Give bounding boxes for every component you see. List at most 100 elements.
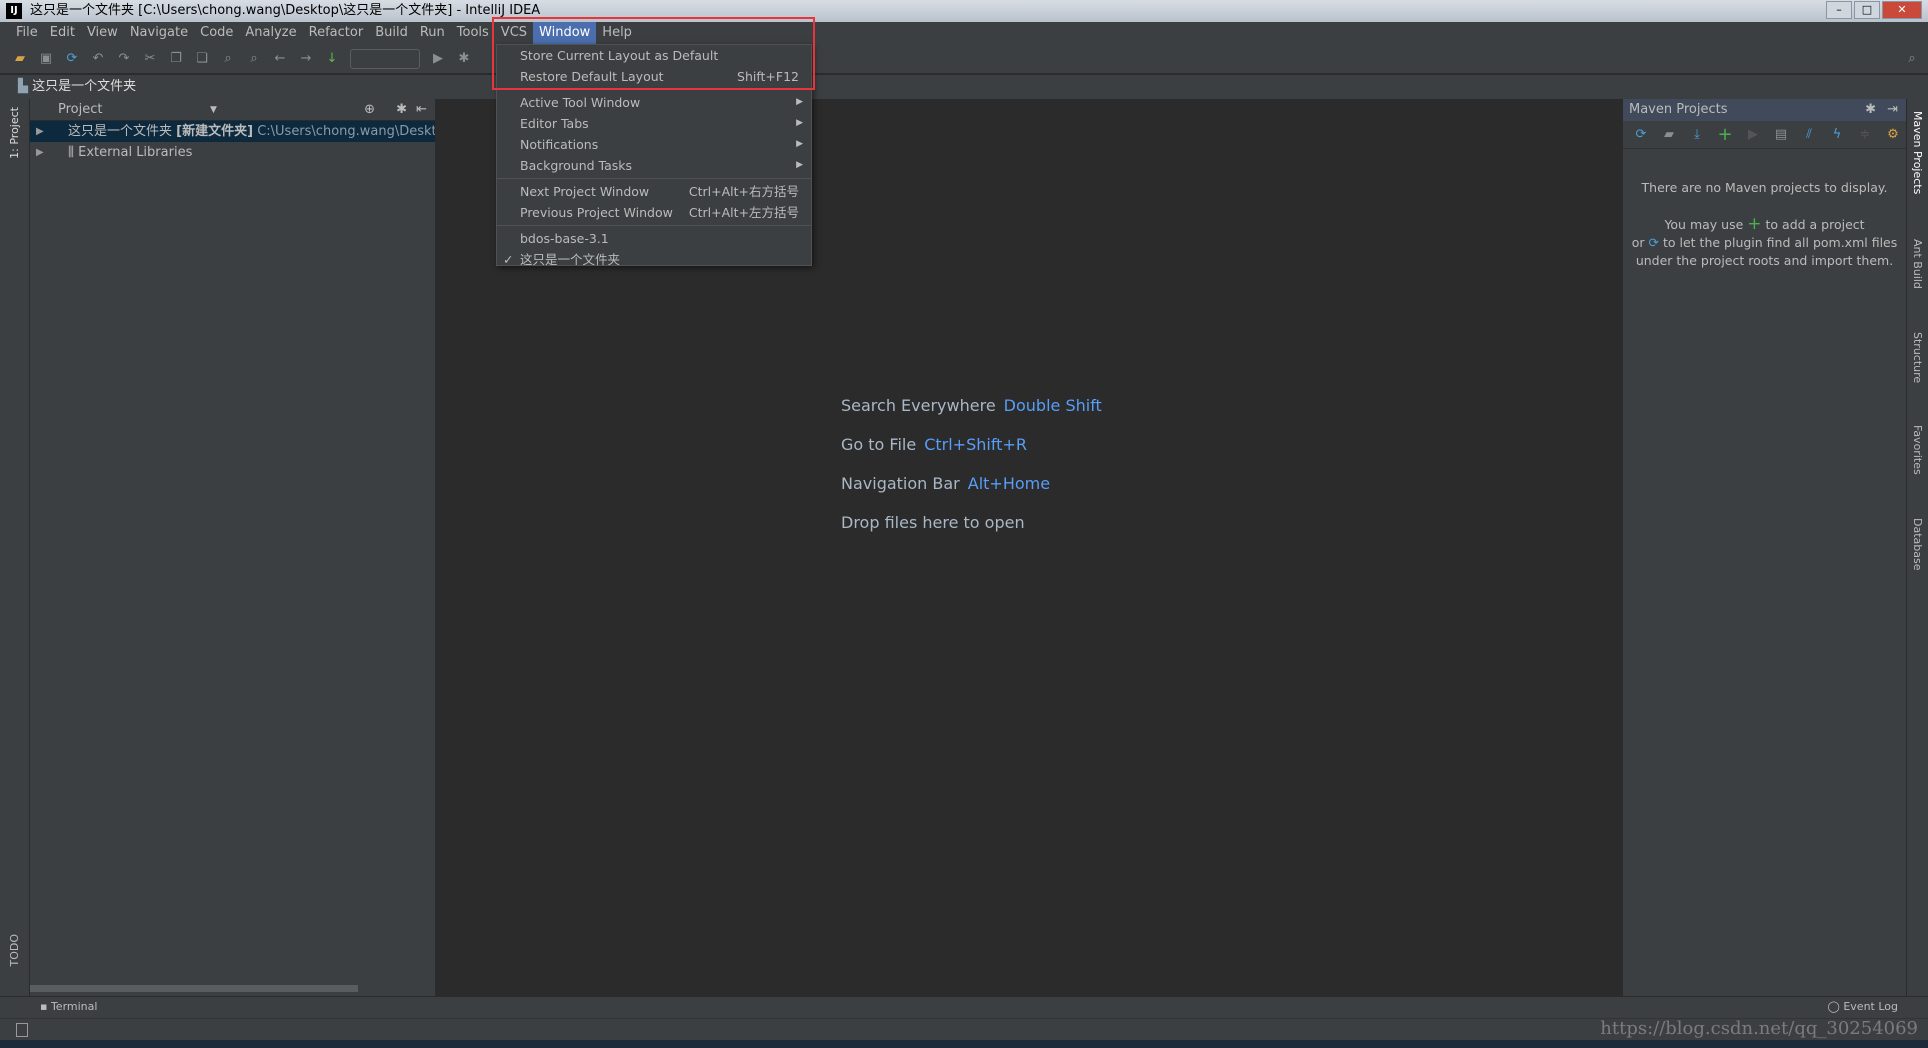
menu-item-label: Notifications: [520, 137, 599, 152]
menu-file[interactable]: File: [10, 22, 44, 44]
module-path: C:\Users\chong.wang\Desktop\这: [257, 124, 435, 139]
menu-run[interactable]: Run: [414, 22, 451, 44]
run-icon[interactable]: ▶: [430, 51, 446, 67]
generate-sources-icon[interactable]: ▰: [1661, 127, 1677, 143]
menu-item[interactable]: Active Tool Window ▶: [497, 92, 811, 113]
maven-empty-message: There are no Maven projects to display.: [1641, 180, 1888, 195]
menu-refactor[interactable]: Refactor: [303, 22, 370, 44]
menu-item[interactable]: Next Project Window Ctrl+Alt+右方括号: [497, 181, 811, 202]
menu-separator: [497, 178, 811, 179]
todo-tool-tab[interactable]: TODO: [8, 934, 21, 967]
app-logo: IJ: [6, 3, 22, 19]
run-config-select[interactable]: [350, 48, 420, 69]
tree-item-label: External Libraries: [78, 145, 193, 160]
editor-hint: Go to File Ctrl+Shift+R: [841, 435, 1027, 454]
menu-edit[interactable]: Edit: [44, 22, 81, 44]
tool-tab-structure[interactable]: Structure: [1911, 332, 1924, 383]
toggle-offline-icon[interactable]: ⫽: [1801, 127, 1817, 143]
cut-icon[interactable]: ✂: [142, 51, 158, 67]
paste-icon[interactable]: ❏: [194, 51, 210, 67]
breadcrumb-item[interactable]: 这只是一个文件夹: [32, 79, 136, 94]
hide-icon[interactable]: ⇤: [416, 99, 427, 121]
add-icon[interactable]: +: [1717, 125, 1733, 143]
submenu-arrow-icon: ▶: [796, 118, 803, 128]
breadcrumb[interactable]: ▙ 这只是一个文件夹: [0, 75, 1928, 99]
gear-icon[interactable]: ✱: [396, 99, 407, 121]
highlight-annotation: [492, 17, 815, 90]
hint-label: Search Everywhere: [841, 396, 996, 415]
menu-item[interactable]: ✓ 这只是一个文件夹: [497, 249, 811, 270]
tool-tab-favorites[interactable]: Favorites: [1911, 425, 1924, 475]
menu-code[interactable]: Code: [194, 22, 239, 44]
forward-icon[interactable]: →: [298, 51, 314, 67]
hint-text: to add a project: [1765, 217, 1865, 232]
locate-icon[interactable]: ⊕: [364, 99, 375, 121]
collapse-icon[interactable]: ≑: [1857, 127, 1873, 143]
hint-text: You may use: [1664, 217, 1744, 232]
sync-icon[interactable]: ⟳: [64, 51, 80, 67]
hide-icon[interactable]: ⇥: [1887, 99, 1898, 121]
submenu-arrow-icon: ▶: [796, 160, 803, 170]
tool-tab-ant-build[interactable]: Ant Build: [1911, 239, 1924, 289]
menu-item[interactable]: Notifications ▶: [497, 134, 811, 155]
debug-icon[interactable]: ✱: [456, 51, 472, 67]
tool-tab-maven-projects[interactable]: Maven Projects: [1911, 111, 1924, 194]
back-icon[interactable]: ←: [272, 51, 288, 67]
download-icon[interactable]: ⤓: [1689, 127, 1705, 143]
expand-icon[interactable]: ▶: [36, 121, 44, 142]
maximize-button[interactable]: □: [1854, 1, 1880, 19]
open-icon[interactable]: ▰: [12, 51, 28, 67]
hint-shortcut: Double Shift: [1003, 396, 1102, 415]
build-icon[interactable]: ↓: [324, 51, 340, 67]
check-icon: ✓: [503, 252, 514, 267]
menu-item[interactable]: Background Tasks ▶: [497, 155, 811, 176]
tool-windows-toggle-icon[interactable]: [16, 1023, 28, 1037]
menu-build[interactable]: Build: [369, 22, 414, 44]
project-tool-tab[interactable]: 1: Project: [8, 107, 21, 159]
menu-navigate[interactable]: Navigate: [124, 22, 194, 44]
hint-label: Go to File: [841, 435, 917, 454]
module-tag: [新建文件夹]: [176, 124, 254, 139]
replace-icon[interactable]: ⌕: [246, 51, 262, 67]
horizontal-scrollbar[interactable]: [30, 985, 358, 992]
copy-icon[interactable]: ❐: [168, 51, 184, 67]
editor-hint: Drop files here to open: [841, 513, 1025, 532]
reimport-icon[interactable]: ⟳: [1633, 127, 1649, 143]
redo-icon[interactable]: ↷: [116, 51, 132, 67]
bottom-tool-strip: ▪ Terminal ◯ Event Log: [0, 996, 1928, 1018]
terminal-icon: ▪: [40, 1000, 51, 1013]
menu-item-label: Previous Project Window: [520, 205, 673, 220]
menu-analyze[interactable]: Analyze: [239, 22, 302, 44]
event-log-tab[interactable]: ◯ Event Log: [1828, 1000, 1898, 1013]
gear-icon[interactable]: ✱: [1865, 99, 1876, 121]
execute-goal-icon[interactable]: ▤: [1773, 127, 1789, 143]
maven-panel: Maven Projects ✱ ⇥ ⟳ ▰ ⤓ + ▶ ▤ ⫽ ϟ ≑ ⚙ Th…: [1623, 99, 1906, 996]
tree-item-external-libraries[interactable]: ▶ ⫼ External Libraries: [30, 142, 435, 163]
run-icon[interactable]: ▶: [1745, 127, 1761, 143]
menu-item[interactable]: bdos-base-3.1: [497, 228, 811, 249]
find-icon[interactable]: ⌕: [220, 51, 236, 67]
close-button[interactable]: ✕: [1882, 1, 1922, 19]
menu-item[interactable]: Editor Tabs ▶: [497, 113, 811, 134]
maven-toolbar: ⟳ ▰ ⤓ + ▶ ▤ ⫽ ϟ ≑ ⚙: [1623, 121, 1906, 149]
editor-hint: Search Everywhere Double Shift: [841, 396, 1102, 415]
library-icon: ⫼: [68, 145, 79, 160]
project-view-select[interactable]: Project: [58, 102, 102, 117]
settings-icon[interactable]: ⚙: [1885, 127, 1901, 143]
menu-item[interactable]: Previous Project Window Ctrl+Alt+左方括号: [497, 202, 811, 223]
menu-view[interactable]: View: [81, 22, 124, 44]
tool-tab-database[interactable]: Database: [1911, 518, 1924, 571]
minimize-button[interactable]: –: [1826, 1, 1852, 19]
chevron-down-icon[interactable]: ▼: [210, 99, 217, 121]
skip-tests-icon[interactable]: ϟ: [1829, 127, 1845, 143]
tree-item-project-root[interactable]: ▶ 这只是一个文件夹 [新建文件夹] C:\Users\chong.wang\D…: [30, 121, 435, 142]
terminal-tab[interactable]: ▪ Terminal: [40, 1000, 97, 1013]
toolbar: ▰ ▣ ⟳ ↶ ↷ ✂ ❐ ❏ ⌕ ⌕ ← → ↓ ▶ ✱ ⌕: [0, 44, 1928, 74]
search-everywhere-icon[interactable]: ⌕: [1904, 51, 1920, 67]
undo-icon[interactable]: ↶: [90, 51, 106, 67]
menu-tools[interactable]: Tools: [451, 22, 495, 44]
hint-text: under the project roots and import them.: [1635, 253, 1894, 268]
expand-icon[interactable]: ▶: [36, 142, 44, 163]
right-tool-strip: Maven Projects Ant Build Structure Favorite…: [1906, 99, 1928, 996]
save-icon[interactable]: ▣: [38, 51, 54, 67]
